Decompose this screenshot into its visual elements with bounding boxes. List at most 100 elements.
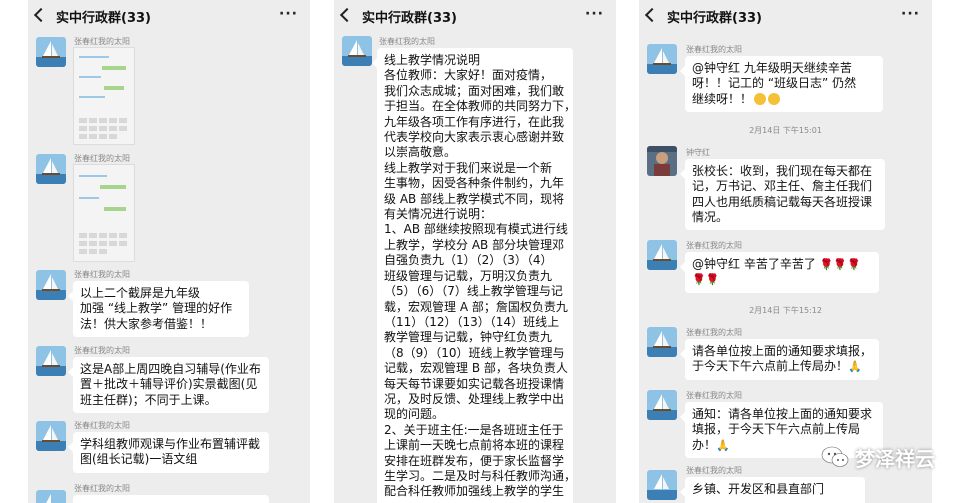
announcement-line: 每天每节课要如实记载各班授课情	[384, 376, 565, 391]
hand-emoji: 🙏	[848, 360, 862, 374]
timestamp: 2月14日 下午15:12	[749, 306, 822, 315]
sender-name: 张春红我的太阳	[74, 154, 130, 163]
message-line: 通知：请各单位按上面的通知要求	[692, 407, 873, 421]
wechat-logo-icon	[821, 446, 849, 468]
announcement-line: 于担当。在全体教师的共同努力下，	[384, 99, 577, 114]
chat-title: 实中行政群(33)	[667, 11, 762, 26]
message-line: 请各单位按上面的通知要求填报，	[692, 344, 873, 358]
back-arrow-icon[interactable]	[33, 7, 49, 23]
message-bubble[interactable]: 乡镇、开发区和县直部门	[680, 477, 865, 503]
rose-emoji: 🌹	[705, 273, 720, 287]
screenshot-image[interactable]	[73, 164, 135, 262]
rose-emoji: 🌹	[847, 258, 861, 271]
announcement-line: （5）（6）（7）线上教学管理与记	[384, 284, 563, 299]
message-bubble[interactable]	[73, 495, 269, 503]
hand-emoji: 🙏	[716, 438, 730, 452]
chat-panel-1: 实中行政群(33) ··· 张春红我的太阳 张春红我的太阳 张春红我的太阳 以上…	[28, 0, 310, 503]
avatar[interactable]	[647, 240, 677, 270]
message-line: 填报，于今天下午六点前上传局	[692, 422, 861, 437]
announcement-line: 生学习。二是及时与科任教师沟通，	[384, 468, 577, 483]
message-line: 这是A部上周四晚自习辅导(作业布	[80, 362, 261, 376]
chat-header: 实中行政群(33) ···	[28, 0, 310, 34]
screenshot-image[interactable]	[73, 47, 135, 145]
message-line: 以上二个截屏是九年级	[80, 286, 201, 300]
announcement-line: 生事物，因受各种条件制约，九年	[384, 176, 565, 191]
more-icon[interactable]: ···	[585, 6, 604, 22]
back-arrow-icon[interactable]	[644, 7, 660, 23]
avatar[interactable]	[647, 44, 677, 74]
message-bubble[interactable]: 请各单位按上面的通知要求填报， 于今天下午六点前上传局办！🙏	[680, 339, 879, 380]
announcement-line: 线上教学情况说明	[384, 53, 481, 67]
message-bubble[interactable]: @钟守红 辛苦了辛苦了 🌹🌹🌹 🌹🌹	[680, 252, 879, 293]
avatar[interactable]	[647, 390, 677, 420]
message-line: 记，万书记、邓主任、詹主任我们	[692, 179, 873, 194]
sender-name: 张春红我的太阳	[74, 270, 130, 279]
avatar[interactable]	[36, 421, 66, 451]
back-arrow-icon[interactable]	[339, 7, 355, 23]
announcement-line: 各位教师：大家好！面对疫情，	[384, 68, 553, 83]
avatar[interactable]	[36, 270, 66, 300]
avatar[interactable]	[647, 470, 677, 500]
watermark: 梦泽祥云	[821, 443, 935, 471]
message-line: 情况。	[692, 209, 729, 224]
chat-panel-3: 实中行政群(33) ··· 张春红我的太阳 @钟守红 九年级明天继续辛苦 呀！！…	[639, 0, 932, 503]
announcement-line: 2、关于班主任:一是各班班主任于	[384, 422, 564, 437]
sender-name: 张春红我的太阳	[74, 484, 130, 493]
message-bubble[interactable]: @钟守红 九年级明天继续辛苦 呀！！记工的 “班级日志” 仍然 继续呀！！	[680, 56, 883, 112]
chat-header: 实中行政群(33) ···	[334, 0, 616, 34]
announcement-line: （8（9）（10）班线上教学管理与	[384, 345, 565, 360]
announcement-line: 记载，宏观管理 B 部，各块负责人	[384, 361, 568, 376]
message-bubble[interactable]: 学科组教师观课与作业布置辅评截 图(组长记载)一语文组	[68, 432, 269, 473]
announcement-line: 自强负责九（1）（2）（3）（4）	[384, 253, 553, 268]
avatar[interactable]	[36, 346, 66, 376]
announcement-line: 代表学校向大家表示衷心感谢并致	[384, 130, 565, 145]
message-line: 呀！！记工的 “班级日志” 仍然	[692, 76, 857, 91]
sender-name: 张春红我的太阳	[74, 346, 130, 355]
avatar[interactable]	[647, 146, 677, 176]
announcement-line: 有关情况进行说明：	[384, 207, 493, 222]
announcement-line: 教学管理与记载，钟守红负责九	[384, 330, 553, 345]
sender-name: 张春红我的太阳	[686, 45, 742, 54]
message-line: 图(组长记载)一语文组	[80, 452, 198, 467]
avatar[interactable]	[36, 37, 66, 67]
message-bubble[interactable]: 张校长：收到，我们现在每天都在 记，万书记、邓主任、詹主任我们 四人也用纸质稿记…	[680, 159, 885, 231]
announcement-line: 线上教学对于我们来说是一个新	[384, 160, 553, 175]
message-line: 法！供大家参考借鉴！！	[80, 316, 213, 331]
announcement-line: 上课前一天晚七点前将本班的课程	[384, 438, 565, 453]
chat-title: 实中行政群(33)	[56, 11, 151, 26]
message-line: 办！	[692, 437, 717, 452]
sender-name: 钟守红	[686, 148, 710, 157]
announcement-line: 九年级各项工作有序进行，在此我	[384, 114, 565, 129]
sender-name: 张春红我的太阳	[379, 37, 435, 46]
chat-header: 实中行政群(33) ···	[639, 0, 932, 34]
rose-emoji: 🌹	[819, 258, 834, 271]
sender-name: 张春红我的太阳	[686, 466, 742, 475]
smile-emoji	[754, 92, 767, 105]
announcement-line: 班级管理与记载，万明汉负责九	[384, 268, 553, 283]
more-icon[interactable]: ···	[279, 6, 298, 22]
sender-name: 张春红我的太阳	[74, 421, 130, 430]
announcement-line: 载，宏观管理 A 部；詹国权负责九	[384, 299, 568, 314]
announcement-line: 1、AB 部继续按照现有模式进行线	[384, 222, 568, 237]
avatar[interactable]	[36, 490, 66, 503]
message-line: 四人也用纸质稿记载每天各班授课	[692, 194, 873, 209]
message-line: @钟守红 辛苦了辛苦了	[692, 257, 816, 271]
avatar[interactable]	[647, 327, 677, 357]
sender-name: 张春红我的太阳	[686, 328, 742, 337]
announcement-bubble[interactable]: 线上教学情况说明 各位教师：大家好！面对疫情， 我们众志成城；面对困难，我们敢 于担…	[372, 48, 577, 503]
message-line: 张校长：收到，我们现在每天都在	[692, 164, 873, 178]
announcement-line: 安排在班群发布，便于家长监督学	[384, 453, 565, 468]
message-bubble[interactable]: 以上二个截屏是九年级 加强 “线上教学” 管理的好作 法！供大家参考借鉴！！	[68, 281, 249, 337]
sender-name: 张春红我的太阳	[74, 37, 130, 46]
message-line: 乡镇、开发区和县直部门	[692, 482, 825, 496]
announcement-line: 况，及时反馈、处理线上教学中出	[384, 391, 565, 406]
avatar[interactable]	[36, 154, 66, 184]
message-line: @钟守红 九年级明天继续辛苦	[692, 61, 852, 75]
more-icon[interactable]: ···	[901, 6, 920, 22]
announcement-line: 级 AB 部线上教学模式不同，现将	[384, 191, 565, 206]
message-bubble[interactable]: 这是A部上周四晚自习辅导(作业布 置＋批改＋辅导评价)实景截图(见 班主任群)；…	[68, 357, 269, 413]
sender-name: 张春红我的太阳	[686, 241, 742, 250]
avatar[interactable]	[342, 36, 372, 66]
announcement-line: 配合科任教师加强线上教学的学生	[384, 484, 565, 499]
smile-emoji	[768, 92, 781, 105]
